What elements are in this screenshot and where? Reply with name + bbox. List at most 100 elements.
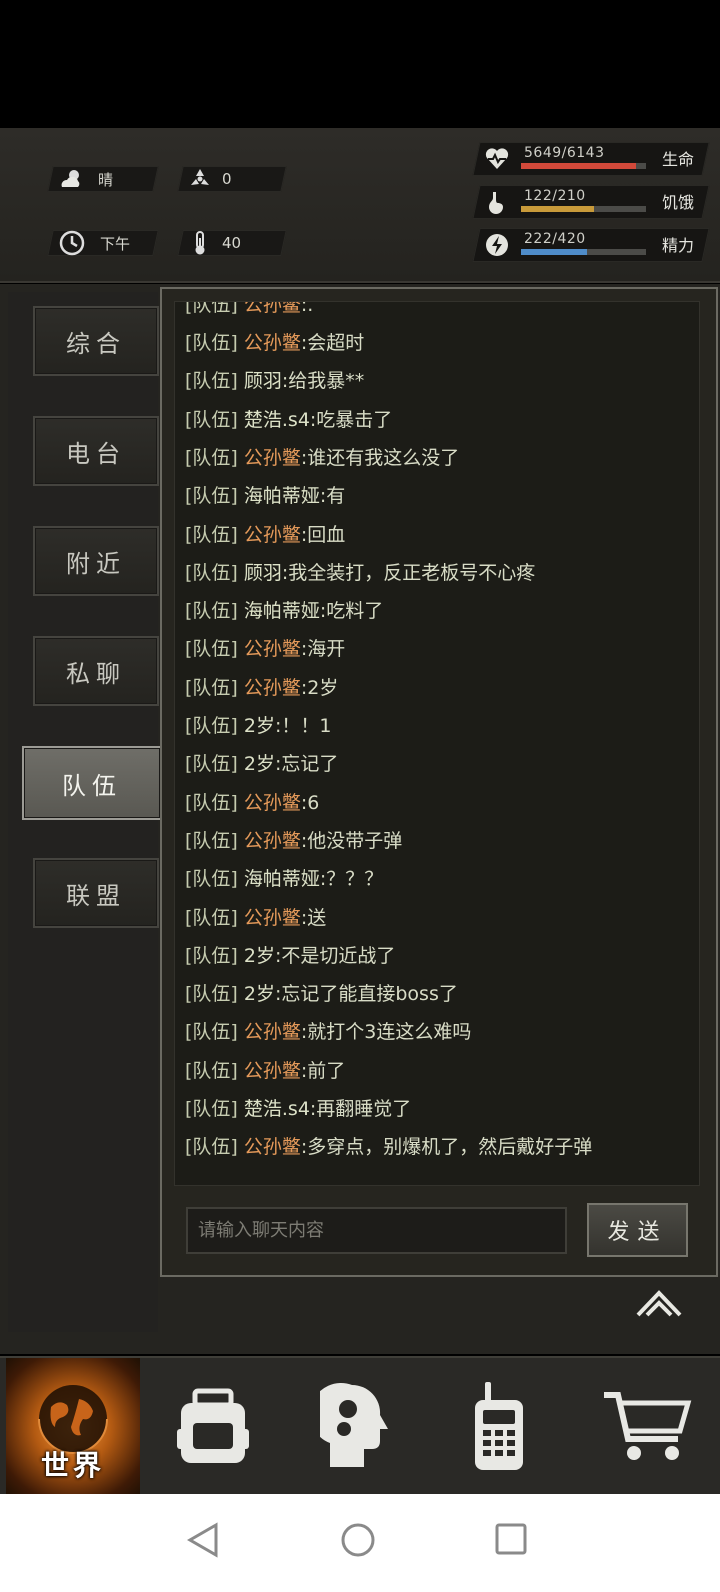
chat-message: [队伍] 公孙鳖:就打个3连这么难吗 — [185, 1017, 471, 1044]
chat-sender[interactable]: 楚浩.s4 — [244, 409, 310, 431]
health-value: 5649/6143 — [524, 145, 605, 161]
chat-text: :就打个3连这么难吗 — [300, 1021, 472, 1044]
chat-channel-tag: [队伍] — [185, 332, 238, 354]
chat-sender[interactable]: 公孙鳖 — [244, 830, 301, 852]
chat-text: :再翻睡觉了 — [309, 1098, 412, 1120]
chat-sender[interactable]: 公孙鳖 — [244, 1021, 301, 1043]
chat-channel-tag: [队伍] — [185, 1098, 238, 1120]
tab-general[interactable]: 综合 — [33, 306, 159, 376]
chat-channel-tag: [队伍] — [185, 600, 238, 623]
recents-button[interactable] — [494, 1522, 534, 1562]
thermometer-icon — [186, 229, 214, 257]
head-gears-icon — [320, 1383, 388, 1467]
chat-sender[interactable]: 公孙鳖 — [244, 638, 301, 660]
chat-sender[interactable]: 公孙鳖 — [244, 792, 301, 814]
health-bar-fill — [521, 163, 636, 169]
nav-world[interactable]: 世界 — [6, 1358, 140, 1496]
hunger-bar — [521, 206, 646, 212]
chat-sender[interactable]: 海帕蒂娅 — [244, 485, 320, 507]
energy-value: 222/420 — [524, 231, 586, 247]
chat-message: [队伍] 楚浩.s4:再翻睡觉了 — [185, 1094, 411, 1121]
nav-shop[interactable] — [578, 1358, 716, 1496]
chat-text: :海开 — [300, 638, 346, 661]
shopping-cart-icon — [604, 1392, 692, 1460]
chat-sender[interactable]: 公孙鳖 — [244, 302, 301, 316]
chat-sender[interactable]: 公孙鳖 — [244, 1060, 301, 1082]
chat-sender[interactable]: 2岁 — [244, 983, 275, 1005]
chat-sender[interactable]: 顾羽 — [244, 562, 282, 584]
home-button[interactable] — [340, 1522, 380, 1562]
chat-sender[interactable]: 2岁 — [244, 753, 275, 775]
back-button[interactable] — [186, 1522, 226, 1562]
chat-sender[interactable]: 顾羽 — [244, 370, 282, 392]
chat-channel-tag: [队伍] — [185, 446, 238, 469]
back-triangle-icon — [186, 1522, 218, 1558]
chat-channel-tag: [队伍] — [185, 1059, 238, 1082]
time-value: 下午 — [100, 234, 131, 253]
hunger-bar-fill — [521, 206, 594, 212]
status-bar — [0, 0, 720, 128]
nav-radio[interactable] — [430, 1358, 568, 1496]
chat-sender[interactable]: 公孙鳖 — [244, 332, 301, 354]
tab-radio[interactable]: 电台 — [33, 416, 159, 486]
chat-channel-tag: [队伍] — [185, 301, 238, 316]
chat-text: :回血 — [300, 523, 346, 546]
energy-icon — [484, 232, 510, 258]
chat-sender[interactable]: 公孙鳖 — [244, 1136, 301, 1158]
bottom-nav: 世界 — [0, 1356, 720, 1496]
chat-sender[interactable]: 海帕蒂娅 — [244, 600, 320, 622]
chat-channel-tag: [队伍] — [185, 370, 238, 393]
chat-text: :他没带子弹 — [300, 829, 403, 852]
chat-channel-tag: [队伍] — [185, 638, 238, 661]
tab-nearby[interactable]: 附近 — [33, 526, 159, 596]
chat-text: :！！1 — [274, 715, 332, 737]
chat-message: [队伍] 2岁:！！1 — [185, 711, 331, 738]
tab-alliance[interactable]: 联盟 — [33, 858, 159, 928]
chat-sender[interactable]: 公孙鳖 — [244, 677, 301, 699]
heart-pulse-icon — [484, 146, 510, 172]
chat-sender[interactable]: 公孙鳖 — [244, 907, 301, 929]
chat-sender[interactable]: 海帕蒂娅 — [244, 868, 320, 890]
chat-channel-tag: [队伍] — [185, 868, 238, 891]
stomach-icon — [484, 189, 510, 215]
chat-log[interactable]: [队伍] 公孙鳖:. [队伍] 公孙鳖:会超时 [队伍] 顾羽:给我暴** [队伍]… — [174, 301, 700, 1186]
chat-text: :2岁 — [300, 676, 339, 699]
collapse-up-button[interactable] — [635, 1287, 683, 1319]
nav-skills[interactable] — [286, 1358, 424, 1496]
time-stat: 下午 — [58, 230, 130, 256]
chat-message: [队伍] 公孙鳖:2岁 — [185, 673, 338, 700]
radiation-value: 0 — [222, 170, 232, 188]
chat-input[interactable]: 请输入聊天内容 — [186, 1207, 567, 1254]
tab-team[interactable]: 队伍 — [22, 746, 162, 820]
chat-text: :忘记了 — [274, 753, 339, 776]
chat-text: :前了 — [300, 1059, 346, 1082]
health-bar — [521, 163, 646, 169]
chat-text: :我全装打，反正老板号不心疼 — [281, 561, 536, 584]
cloud-sun-icon — [58, 165, 86, 193]
chat-text: :？？？ — [319, 868, 384, 891]
chat-sender[interactable]: 2岁 — [244, 715, 275, 737]
chat-panel: [队伍] 公孙鳖:. [队伍] 公孙鳖:会超时 [队伍] 顾羽:给我暴** [队伍]… — [160, 287, 718, 1277]
radiation-icon — [186, 165, 214, 193]
chat-message: [队伍] 顾羽:我全装打，反正老板号不心疼 — [185, 558, 535, 585]
temperature-value: 40 — [222, 234, 242, 252]
chat-sender[interactable]: 公孙鳖 — [244, 524, 301, 546]
chat-channel-tag: [队伍] — [185, 561, 238, 584]
chat-message: [队伍] 2岁:忘记了能直接boss了 — [185, 979, 458, 1006]
hunger-label: 饥饿 — [662, 193, 695, 212]
recents-square-icon — [495, 1523, 527, 1555]
radiation-stat: 0 — [186, 166, 232, 192]
tab-private[interactable]: 私聊 — [33, 636, 159, 706]
weather-stat: 晴 — [58, 166, 113, 192]
chat-sender[interactable]: 楚浩.s4 — [244, 1098, 310, 1120]
nav-world-label: 世界 — [40, 1449, 105, 1482]
chat-message-partial: [队伍] 公孙鳖:. — [185, 301, 313, 317]
nav-backpack[interactable] — [144, 1358, 282, 1496]
chat-sender[interactable]: 2岁 — [244, 945, 275, 967]
chat-text: :吃暴击了 — [309, 408, 393, 431]
send-button[interactable]: 发送 — [587, 1203, 688, 1257]
chat-sender[interactable]: 公孙鳖 — [244, 447, 301, 469]
chat-text: :吃料了 — [319, 600, 384, 623]
walkie-talkie-icon — [475, 1382, 523, 1470]
chat-channel-tag: [队伍] — [185, 906, 238, 929]
